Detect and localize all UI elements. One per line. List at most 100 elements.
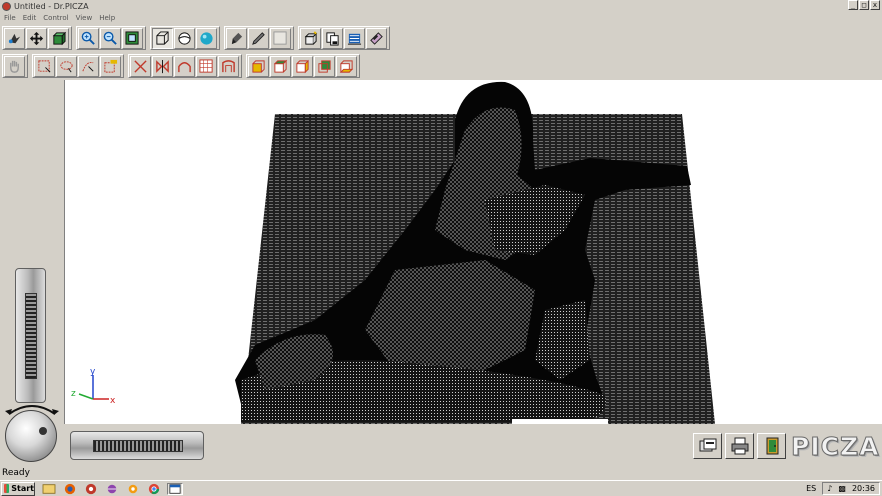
axis-x-label: x bbox=[110, 396, 116, 406]
rect-select-button[interactable] bbox=[34, 55, 55, 77]
pan-arrows-button[interactable] bbox=[26, 27, 47, 49]
select-all-button[interactable] bbox=[100, 55, 121, 77]
lasso-select-icon bbox=[60, 60, 73, 72]
axis-indicator: y x z bbox=[71, 367, 116, 406]
tb2-group-4 bbox=[246, 54, 360, 78]
select-clear-button[interactable] bbox=[78, 55, 99, 77]
film-strip-button[interactable] bbox=[366, 27, 387, 49]
taskbar: Start ES ♪ ▩ 20:36 bbox=[0, 480, 882, 496]
flat-shade-button[interactable] bbox=[174, 27, 195, 49]
action-buttons bbox=[693, 433, 786, 459]
tb1-group-1 bbox=[2, 26, 72, 50]
maximize-button[interactable]: □ bbox=[859, 0, 869, 10]
start-button[interactable]: Start bbox=[1, 481, 35, 496]
chrome-launcher[interactable] bbox=[146, 483, 162, 495]
pencil-icon bbox=[252, 31, 265, 45]
tb2-group-3 bbox=[128, 54, 242, 78]
smooth-shade-icon bbox=[200, 31, 213, 45]
quick-launch bbox=[41, 482, 183, 495]
wireframe-view-button[interactable] bbox=[152, 27, 173, 49]
box-front-button[interactable] bbox=[248, 55, 269, 77]
rotation-dial[interactable] bbox=[5, 410, 57, 462]
status-bar: Ready bbox=[0, 466, 882, 479]
3d-viewport[interactable]: y x z bbox=[64, 80, 882, 424]
trim-icon bbox=[134, 59, 147, 73]
status-text: Ready bbox=[2, 467, 30, 478]
hand-icon bbox=[10, 60, 19, 73]
minimize-button[interactable]: _ bbox=[848, 0, 858, 10]
scan-icon bbox=[347, 33, 362, 45]
close-button[interactable]: x bbox=[870, 0, 880, 10]
select-all-icon bbox=[104, 59, 118, 73]
mirror-button[interactable] bbox=[152, 55, 173, 77]
zoom-out-icon bbox=[103, 31, 117, 45]
mesh-render[interactable] bbox=[65, 80, 882, 424]
window-controls: _ □ x bbox=[848, 0, 880, 10]
app-window-launcher[interactable] bbox=[167, 482, 183, 495]
documents-button[interactable] bbox=[322, 27, 343, 49]
arch-icon bbox=[178, 61, 191, 72]
box-side-button[interactable] bbox=[292, 55, 313, 77]
app-red-launcher[interactable] bbox=[83, 483, 99, 495]
menu-help[interactable]: Help bbox=[99, 14, 115, 22]
explorer-launcher[interactable] bbox=[41, 483, 57, 495]
lasso-select-button[interactable] bbox=[56, 55, 77, 77]
menu-file[interactable]: File bbox=[4, 14, 16, 22]
horizontal-slider-grip[interactable] bbox=[93, 440, 183, 452]
vertical-slider-grip[interactable] bbox=[25, 293, 37, 379]
tb2-group-1 bbox=[2, 54, 28, 78]
volume-icon[interactable]: ♪ bbox=[827, 484, 832, 493]
scan-button[interactable] bbox=[344, 27, 365, 49]
grid-icon bbox=[199, 58, 213, 73]
edit-toolbar bbox=[0, 53, 882, 79]
language-indicator[interactable]: ES bbox=[806, 484, 816, 493]
hand-button[interactable] bbox=[4, 55, 25, 77]
app-ball-icon bbox=[107, 484, 117, 493]
tb2-group-2 bbox=[32, 54, 124, 78]
menu-view[interactable]: View bbox=[76, 14, 93, 22]
paint-brush-button[interactable] bbox=[226, 27, 247, 49]
move-tool-icon bbox=[8, 33, 21, 43]
cube-light-icon bbox=[304, 30, 318, 45]
tray-icons: ♪ ▩ 20:36 bbox=[822, 482, 880, 495]
box-front-icon bbox=[252, 59, 265, 73]
zoom-in-button[interactable] bbox=[78, 27, 99, 49]
smooth-shade-button[interactable] bbox=[196, 27, 217, 49]
blank-button[interactable] bbox=[270, 27, 291, 49]
zoom-fit-button[interactable] bbox=[122, 27, 143, 49]
clock[interactable]: 20:36 bbox=[852, 484, 875, 493]
horizontal-slider[interactable] bbox=[70, 431, 204, 460]
rect-select-icon bbox=[38, 59, 51, 72]
box-bottom-icon bbox=[339, 59, 354, 73]
box-bottom-button[interactable] bbox=[336, 55, 357, 77]
box-back-button[interactable] bbox=[314, 55, 335, 77]
app-ball-launcher[interactable] bbox=[104, 483, 120, 495]
print-button[interactable] bbox=[725, 433, 754, 459]
move-tool-button[interactable] bbox=[4, 27, 25, 49]
tb1-group-4 bbox=[224, 26, 294, 50]
exit-button[interactable] bbox=[757, 433, 786, 459]
tb1-group-5 bbox=[298, 26, 390, 50]
box-back-icon bbox=[318, 59, 331, 73]
menu-control[interactable]: Control bbox=[43, 14, 68, 22]
menu-edit[interactable]: Edit bbox=[23, 14, 37, 22]
grid-button[interactable] bbox=[196, 55, 217, 77]
rotate-object-button[interactable] bbox=[48, 27, 69, 49]
cube-light-button[interactable] bbox=[300, 27, 321, 49]
app-orange-launcher[interactable] bbox=[125, 483, 141, 495]
trim-button[interactable] bbox=[130, 55, 151, 77]
dial-knob[interactable] bbox=[39, 427, 47, 435]
arch-button[interactable] bbox=[174, 55, 195, 77]
network-icon[interactable]: ▩ bbox=[838, 484, 846, 493]
app-icon[interactable] bbox=[2, 1, 11, 11]
vertical-zoom-slider[interactable] bbox=[15, 268, 46, 403]
export-button[interactable] bbox=[693, 433, 722, 459]
firefox-launcher[interactable] bbox=[62, 483, 78, 495]
zoom-out-button[interactable] bbox=[100, 27, 121, 49]
film-strip-icon bbox=[370, 31, 383, 45]
chrome-icon bbox=[148, 483, 160, 494]
frame-button[interactable] bbox=[218, 55, 239, 77]
bottom-panel: PICZA bbox=[64, 424, 882, 466]
pencil-button[interactable] bbox=[248, 27, 269, 49]
box-top-button[interactable] bbox=[270, 55, 291, 77]
